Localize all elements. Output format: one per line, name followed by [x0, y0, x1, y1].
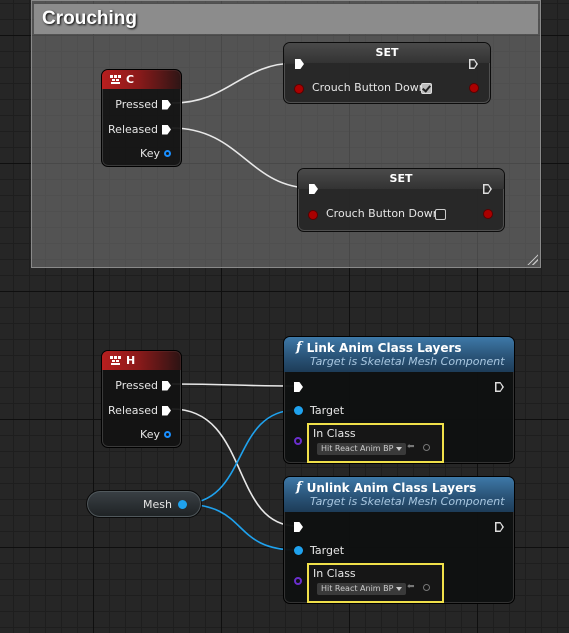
- function-icon: f: [296, 480, 302, 495]
- set-node-true-header: SET: [284, 43, 490, 63]
- event-h-key-name: H: [126, 354, 136, 367]
- exec-in-pin-icon[interactable]: [294, 522, 303, 532]
- event-c-key-name: C: [126, 73, 135, 86]
- exec-out-pin-icon[interactable]: [495, 522, 504, 532]
- mesh-out-pin-icon[interactable]: [178, 499, 187, 509]
- crouch-checkbox-unchecked[interactable]: [435, 209, 446, 220]
- target-pin-icon[interactable]: [294, 546, 303, 555]
- bool-in-pin-icon[interactable]: [309, 211, 317, 219]
- link-target-label: Target: [310, 404, 345, 417]
- chevron-down-icon: [396, 587, 403, 591]
- use-selected-arrow-icon[interactable]: ⬅: [407, 582, 415, 592]
- pin-pressed[interactable]: Pressed: [115, 98, 171, 111]
- exec-wire-h-pressed: [171, 383, 298, 387]
- link-in-class-label: In Class: [313, 427, 356, 440]
- set-node-false[interactable]: SET Crouch Button Down: [297, 168, 505, 232]
- pin-pressed-label: Pressed: [115, 379, 158, 392]
- pin-key-label: Key: [140, 147, 160, 160]
- event-h-header: H: [102, 351, 181, 370]
- link-node-header: f Link Anim Class Layers Target is Skelet…: [284, 337, 514, 372]
- unlink-in-class-label: In Class: [313, 567, 356, 580]
- function-icon: f: [296, 340, 302, 355]
- event-c-header: C: [102, 70, 181, 89]
- link-node-subtitle: Target is Skeletal Mesh Component: [310, 355, 505, 368]
- object-wire-mesh-link: [181, 409, 298, 505]
- unlink-in-class-box[interactable]: In Class Hit React Anim BP ⬅: [307, 563, 444, 603]
- exec-pin-icon[interactable]: [162, 380, 171, 391]
- set-node-true[interactable]: SET Crouch Button Down: [283, 42, 491, 104]
- unlink-node-subtitle: Target is Skeletal Mesh Component: [310, 495, 505, 508]
- link-class-value: Hit React Anim BP: [321, 444, 394, 453]
- mesh-variable-getter[interactable]: Mesh: [86, 490, 202, 518]
- browse-search-icon[interactable]: [423, 444, 430, 451]
- target-pin-icon[interactable]: [294, 406, 303, 415]
- exec-in-pin-icon[interactable]: [294, 382, 303, 392]
- crouch-checkbox-checked[interactable]: [421, 83, 432, 94]
- exec-pin-icon[interactable]: [162, 405, 171, 416]
- exec-pin-icon[interactable]: [162, 99, 171, 110]
- pin-released[interactable]: Released: [108, 404, 171, 417]
- link-in-class-box[interactable]: In Class Hit React Anim BP ⬅: [307, 423, 444, 463]
- unlink-node-title: Unlink Anim Class Layers: [306, 480, 477, 495]
- unlink-class-dropdown[interactable]: Hit React Anim BP: [317, 583, 407, 595]
- pin-key[interactable]: Key: [140, 147, 171, 160]
- keyboard-icon: [110, 75, 121, 84]
- mesh-label: Mesh: [143, 497, 172, 511]
- struct-pin-icon[interactable]: [164, 150, 171, 157]
- exec-out-pin-icon[interactable]: [495, 382, 504, 392]
- exec-pin-icon[interactable]: [162, 124, 171, 135]
- set-false-variable-label: Crouch Button Down: [326, 207, 440, 220]
- unlink-target-label: Target: [310, 544, 345, 557]
- set-node-false-header: SET: [298, 169, 504, 189]
- unlink-class-value: Hit React Anim BP: [321, 584, 394, 593]
- unlink-anim-class-layers-node[interactable]: f Unlink Anim Class Layers Target is Skel…: [283, 476, 515, 604]
- pin-released-label: Released: [108, 404, 158, 417]
- bool-out-pin-icon[interactable]: [470, 84, 478, 92]
- pin-pressed-label: Pressed: [115, 98, 158, 111]
- resize-grip-icon[interactable]: [526, 253, 538, 265]
- class-pin-icon[interactable]: [294, 577, 302, 585]
- pin-key-label: Key: [140, 428, 160, 441]
- class-pin-icon[interactable]: [294, 437, 302, 445]
- link-anim-class-layers-node[interactable]: f Link Anim Class Layers Target is Skelet…: [283, 336, 515, 464]
- struct-pin-icon[interactable]: [164, 431, 171, 438]
- link-node-title: Link Anim Class Layers: [306, 340, 462, 355]
- input-key-event-c[interactable]: C Pressed Released Key: [101, 69, 182, 167]
- pin-released-label: Released: [108, 123, 158, 136]
- chevron-down-icon: [396, 447, 403, 451]
- use-selected-arrow-icon[interactable]: ⬅: [407, 442, 415, 452]
- bool-in-pin-icon[interactable]: [295, 85, 303, 93]
- pin-released[interactable]: Released: [108, 123, 171, 136]
- link-class-dropdown[interactable]: Hit React Anim BP: [317, 443, 407, 455]
- input-key-event-h[interactable]: H Pressed Released Key: [101, 350, 182, 448]
- unlink-node-header: f Unlink Anim Class Layers Target is Skel…: [284, 477, 514, 512]
- browse-search-icon[interactable]: [423, 584, 430, 591]
- keyboard-icon: [110, 356, 121, 365]
- set-true-variable-label: Crouch Button Down: [312, 81, 426, 94]
- bool-out-pin-icon[interactable]: [484, 210, 492, 218]
- pin-pressed[interactable]: Pressed: [115, 379, 171, 392]
- pin-key[interactable]: Key: [140, 428, 171, 441]
- comment-title[interactable]: Crouching: [34, 4, 538, 34]
